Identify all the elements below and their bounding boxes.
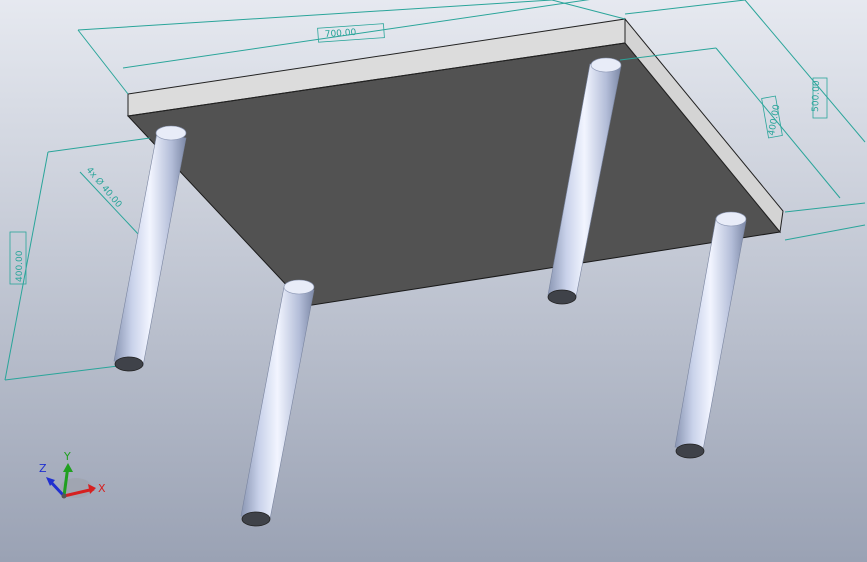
model-scene[interactable]: 700.00 500.00 400.00 4x Ø 40.00 400.00 X… [0,0,867,562]
3d-viewport[interactable]: 700.00 500.00 400.00 4x Ø 40.00 400.00 X… [0,0,867,562]
y-axis-label: Y [63,450,71,463]
x-axis-label: X [98,482,106,495]
leg-back-left-end [114,356,144,372]
leg-back-right-end [547,289,577,305]
dim-leg-length: 400.00 [15,250,25,282]
leg-front-right-end [675,443,705,459]
z-axis-label: Z [39,462,47,475]
leg-front-left-end [241,511,271,527]
